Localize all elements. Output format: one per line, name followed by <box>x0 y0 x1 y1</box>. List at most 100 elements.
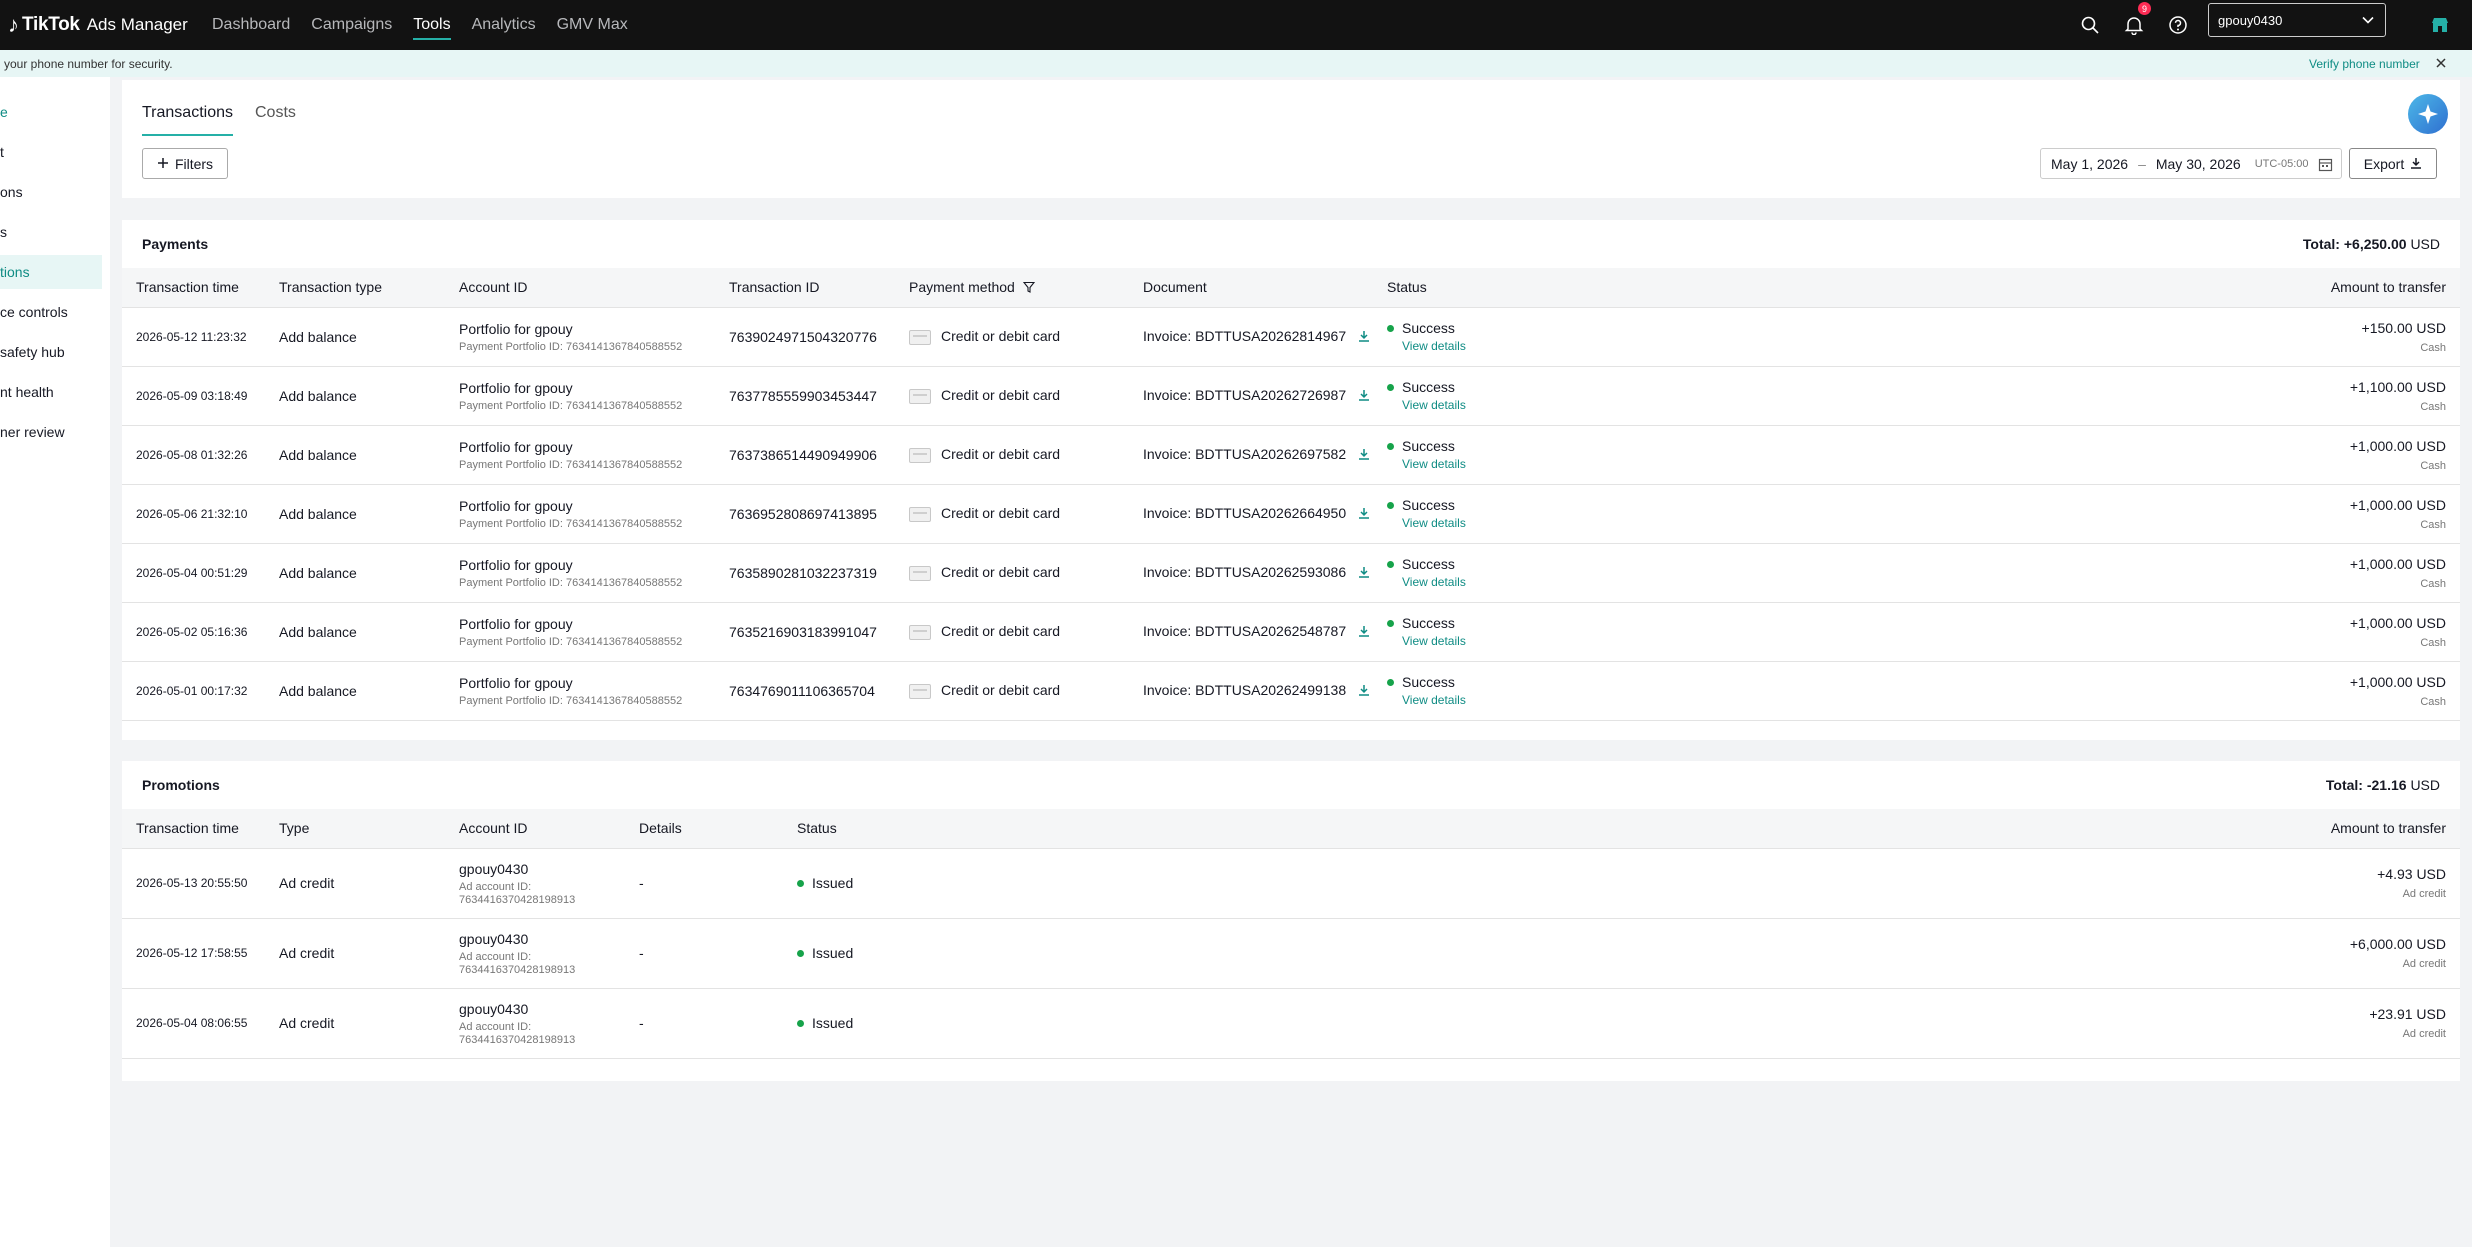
payment-method-cell: Credit or debit card <box>895 425 1129 485</box>
account-selector[interactable]: gpouy0430 <box>2208 3 2386 37</box>
transaction-type: Add balance <box>265 307 445 367</box>
amount-value: +23.91 USD <box>2369 1006 2446 1022</box>
amount-value: +1,000.00 USD <box>2349 496 2446 513</box>
success-status-dot <box>1387 442 1394 450</box>
download-icon[interactable] <box>1358 683 1370 699</box>
col-amount-to-transfer: Amount to transfer <box>1643 268 2460 308</box>
help-icon[interactable] <box>2162 0 2194 50</box>
issued-status-dot <box>797 1019 804 1027</box>
credit-card-icon <box>909 624 931 640</box>
col-type: Type <box>265 809 445 849</box>
status-text: Success <box>1402 320 1455 336</box>
tab-costs[interactable]: Costs <box>255 104 296 136</box>
amount-cell: +1,000.00 USD Cash <box>1643 543 2460 603</box>
download-icon[interactable] <box>1358 565 1370 581</box>
view-details-link[interactable]: View details <box>1402 693 1643 707</box>
view-details-link[interactable]: View details <box>1402 398 1643 412</box>
status-cell: Success View details <box>1373 484 1643 544</box>
notifications-bell-icon[interactable]: 9 <box>2118 0 2151 50</box>
tab-transactions[interactable]: Transactions <box>142 104 233 136</box>
document-cell: Invoice: BDTTUSA20262593086 <box>1129 543 1373 603</box>
amount-cell: +1,000.00 USD Cash <box>1643 602 2460 662</box>
col-status: Status <box>1373 268 1643 308</box>
filters-label: Filters <box>174 155 214 172</box>
notification-count-badge: 9 <box>2138 2 2151 15</box>
amount-value: +1,000.00 USD <box>2349 614 2446 631</box>
account-name: Portfolio for gpouy <box>459 320 573 337</box>
amount-type: Cash <box>2420 636 2446 649</box>
date-start: May 1, 2026 <box>2051 155 2129 172</box>
payments-title: Payments <box>142 236 209 252</box>
success-status-dot <box>1387 678 1394 686</box>
amount-value: +1,000.00 USD <box>2349 555 2446 572</box>
search-icon[interactable] <box>2074 0 2106 50</box>
status-text: Success <box>1402 497 1455 513</box>
amount-type: Cash <box>2420 341 2446 354</box>
view-details-link[interactable]: View details <box>1402 516 1643 530</box>
amount-value: +4.93 USD <box>2377 866 2446 882</box>
tiktok-ads-manager-logo[interactable]: ♪ TikTok Ads Manager <box>8 0 188 50</box>
filters-button[interactable]: Filters <box>142 148 228 179</box>
payment-method: Credit or debit card <box>941 328 1061 345</box>
download-icon[interactable] <box>1358 388 1370 404</box>
sidebar-item-0[interactable]: e <box>0 95 102 129</box>
nav-tools[interactable]: Tools <box>413 0 451 50</box>
details: - <box>625 918 783 989</box>
status-text: Issued <box>812 945 854 961</box>
sidebar-item-transactions[interactable]: tions <box>0 255 102 289</box>
ai-assistant-icon[interactable] <box>2408 94 2448 134</box>
status-text: Success <box>1402 674 1455 690</box>
amount-type: Cash <box>2420 400 2446 413</box>
download-icon[interactable] <box>1358 329 1370 345</box>
amount-value: +150.00 USD <box>2361 319 2446 336</box>
transaction-time: 2026-05-13 20:55:50 <box>122 848 265 919</box>
sidebar-item-8[interactable]: ner review <box>0 415 102 449</box>
status-text: Success <box>1402 615 1455 631</box>
view-details-link[interactable]: View details <box>1402 634 1643 648</box>
top-navigation-bar: ♪ TikTok Ads Manager Dashboard Campaigns… <box>0 0 2472 50</box>
export-button[interactable]: Export <box>2349 148 2437 179</box>
sidebar-item-7[interactable]: nt health <box>0 375 102 409</box>
ad-account-id-label: Ad account ID: <box>459 950 532 963</box>
sidebar-item-5[interactable]: ce controls <box>0 295 102 329</box>
sidebar-item-2[interactable]: ons <box>0 175 102 209</box>
date-range-picker[interactable]: May 1, 2026 – May 30, 2026 UTC-05:00 <box>2040 148 2342 179</box>
download-icon[interactable] <box>1358 506 1370 522</box>
credit-card-icon <box>909 329 931 345</box>
view-details-link[interactable]: View details <box>1402 575 1643 589</box>
document-cell: Invoice: BDTTUSA20262499138 <box>1129 661 1373 721</box>
transaction-type: Add balance <box>265 484 445 544</box>
promotions-header-row: Transaction time Type Account ID Details… <box>122 809 2460 849</box>
payments-table: Transaction time Transaction type Accoun… <box>122 268 2460 721</box>
download-icon[interactable] <box>1358 624 1370 640</box>
nav-campaigns[interactable]: Campaigns <box>311 0 392 50</box>
download-icon[interactable] <box>1358 447 1370 463</box>
account-cell: Portfolio for gpouy Payment Portfolio ID:… <box>445 661 715 721</box>
verify-phone-link[interactable]: Verify phone number <box>2309 57 2420 71</box>
promotion-type: Ad credit <box>265 848 445 919</box>
success-status-dot <box>1387 560 1394 568</box>
view-details-link[interactable]: View details <box>1402 457 1643 471</box>
transaction-time: 2026-05-08 01:32:26 <box>122 425 265 485</box>
transaction-id: 7634769011106365704 <box>715 661 895 721</box>
credit-card-icon <box>909 447 931 463</box>
table-row: 2026-05-04 00:51:29 Add balance Portfolio … <box>122 543 2460 603</box>
amount-cell: +1,100.00 USD Cash <box>1643 366 2460 426</box>
status-text: Issued <box>812 1015 854 1031</box>
shop-icon[interactable] <box>2424 0 2456 50</box>
table-row: 2026-05-12 17:58:55 Ad credit gpouy0430 Ad … <box>122 918 2460 989</box>
sidebar-item-3[interactable]: s <box>0 215 102 249</box>
filter-funnel-icon[interactable] <box>1022 280 1035 296</box>
payment-method: Credit or debit card <box>941 682 1061 699</box>
col-amount-to-transfer: Amount to transfer <box>1083 809 2460 849</box>
nav-gmv-max[interactable]: GMV Max <box>557 0 628 50</box>
view-details-link[interactable]: View details <box>1402 339 1643 353</box>
sidebar-item-1[interactable]: t <box>0 135 102 169</box>
transaction-time: 2026-05-06 21:32:10 <box>122 484 265 544</box>
nav-dashboard[interactable]: Dashboard <box>212 0 290 50</box>
invoice-number: Invoice: BDTTUSA20262499138 <box>1143 681 1347 698</box>
sidebar-item-6[interactable]: safety hub <box>0 335 102 369</box>
close-icon[interactable] <box>2432 54 2450 72</box>
col-payment-method[interactable]: Payment method <box>895 268 1129 308</box>
nav-analytics[interactable]: Analytics <box>472 0 536 50</box>
